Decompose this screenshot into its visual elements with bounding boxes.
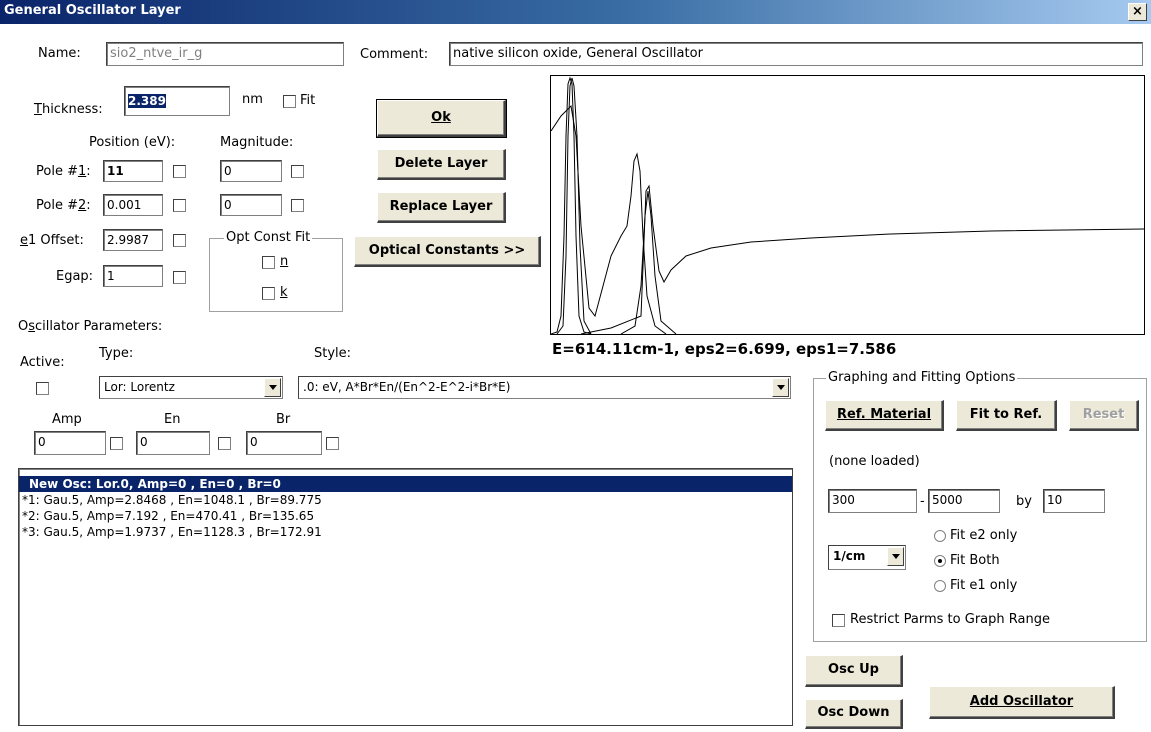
range-from-field[interactable]: 300 [828, 489, 917, 513]
en-field[interactable]: 0 [136, 431, 210, 455]
comment-label: Comment: [360, 47, 429, 62]
list-item[interactable]: *3: Gau.5, Amp=1.9737 , En=1128.3 , Br=1… [19, 524, 792, 540]
comment-field[interactable]: native silicon oxide, General Oscillator [449, 42, 1143, 66]
position-header: Position (eV): [89, 135, 176, 150]
style-label: Style: [314, 346, 352, 361]
delete-layer-button[interactable]: Delete Layer [377, 149, 506, 180]
list-item[interactable]: New Osc: Lor.0, Amp=0 , En=0 , Br=0 [19, 476, 792, 492]
fit-n-checkbox[interactable] [262, 256, 275, 269]
pole1-position-fit-checkbox[interactable] [173, 165, 186, 178]
pole1-label: Pole #1: [36, 164, 91, 179]
close-button[interactable]: × [1128, 3, 1147, 21]
fit-to-ref-button[interactable]: Fit to Ref. [956, 400, 1057, 431]
amp-fit-checkbox[interactable] [110, 437, 123, 450]
magnitude-header: Magnitude: [220, 135, 294, 150]
pole2-magnitude-fit-checkbox[interactable] [291, 199, 304, 212]
pole1-position-field[interactable]: 11 [103, 160, 163, 182]
ok-button[interactable]: Ok [376, 99, 507, 138]
graphing-options-title: Graphing and Fitting Options [826, 370, 1018, 385]
osc-down-button[interactable]: Osc Down [805, 699, 903, 729]
name-field[interactable]: sio2_ntve_ir_g [106, 42, 344, 66]
br-fit-checkbox[interactable] [326, 437, 339, 450]
chevron-down-icon[interactable] [772, 378, 789, 397]
restrict-parms-label: Restrict Parms to Graph Range [850, 612, 1050, 627]
pole1-magnitude-field[interactable]: 0 [220, 160, 282, 182]
graph-curve-peak-1 [551, 76, 592, 334]
graph-readout: E=614.11cm-1, eps2=6.699, eps1=7.586 [552, 340, 897, 358]
pole2-label: Pole #2: [36, 198, 91, 213]
pole2-position-field[interactable]: 0.001 [103, 194, 163, 216]
type-select-value: Lor: Lorentz [104, 380, 175, 394]
pole2-magnitude-field[interactable]: 0 [220, 194, 282, 216]
thickness-label: Thickness: [34, 102, 103, 117]
en-fit-checkbox[interactable] [218, 437, 231, 450]
window-title: General Oscillator Layer [4, 3, 181, 18]
dielectric-graph[interactable] [550, 75, 1145, 335]
type-label: Type: [99, 346, 134, 361]
restrict-parms-checkbox[interactable] [832, 614, 845, 627]
osc-up-button[interactable]: Osc Up [805, 655, 903, 687]
pole1-magnitude-fit-checkbox[interactable] [291, 165, 304, 178]
thickness-fit-checkbox[interactable] [283, 95, 296, 108]
style-select-value: .0: eV, A*Br*En/(En^2-E^2-i*Br*E) [303, 380, 511, 394]
pole2-position-fit-checkbox[interactable] [173, 199, 186, 212]
step-field[interactable]: 10 [1043, 489, 1105, 513]
egap-fit-checkbox[interactable] [173, 271, 186, 284]
ref-material-button[interactable]: Ref. Material [825, 400, 944, 431]
fit-e1-radio[interactable] [934, 580, 946, 592]
fit-e2-radio[interactable] [934, 530, 946, 542]
type-select[interactable]: Lor: Lorentz [99, 376, 283, 399]
egap-label: Egap: [56, 269, 94, 284]
reset-button[interactable]: Reset [1069, 400, 1139, 431]
opt-const-fit-group: Opt Const Fit [209, 230, 343, 312]
osc-params-label: Oscillator Parameters: [18, 319, 163, 334]
none-loaded-label: (none loaded) [829, 454, 920, 469]
br-label: Br [276, 412, 291, 427]
fit-e2-label: Fit e2 only [950, 528, 1018, 543]
chevron-down-icon[interactable] [887, 547, 904, 566]
active-checkbox[interactable] [36, 382, 49, 395]
fit-n-label: n [280, 254, 289, 269]
opt-const-fit-title: Opt Const Fit [224, 230, 313, 245]
e1-offset-field[interactable]: 2.9987 [103, 229, 163, 251]
units-select-value: 1/cm [833, 549, 866, 563]
by-label: by [1016, 494, 1032, 509]
thickness-field[interactable]: 2.389 [124, 86, 230, 116]
thickness-unit: nm [242, 92, 263, 107]
list-item[interactable]: *2: Gau.5, Amp=7.192 , En=470.41 , Br=13… [19, 508, 792, 524]
range-to-field[interactable]: 5000 [928, 489, 1000, 513]
br-field[interactable]: 0 [246, 431, 322, 455]
en-label: En [164, 412, 181, 427]
name-label: Name: [38, 46, 81, 61]
range-dash: - [920, 494, 925, 509]
chevron-down-icon[interactable] [264, 378, 281, 397]
amp-label: Amp [52, 412, 82, 427]
oscillator-list[interactable]: New Osc: Lor.0, Amp=0 , En=0 , Br=0 *1: … [18, 468, 793, 726]
add-oscillator-button[interactable]: Add Oscillator [929, 686, 1115, 719]
fit-e1-label: Fit e1 only [950, 578, 1018, 593]
e1-offset-label: e1 Offset: [20, 233, 84, 248]
e1-offset-fit-checkbox[interactable] [173, 234, 186, 247]
title-bar: General Oscillator Layer × [0, 0, 1151, 24]
replace-layer-button[interactable]: Replace Layer [377, 192, 506, 223]
optical-constants-button[interactable]: Optical Constants >> [354, 236, 541, 267]
egap-field[interactable]: 1 [103, 265, 163, 287]
graph-curve-eps1 [580, 184, 1144, 334]
fit-k-checkbox[interactable] [262, 287, 275, 300]
fit-both-radio[interactable] [934, 555, 946, 567]
units-select[interactable]: 1/cm [828, 545, 906, 570]
active-label: Active: [20, 355, 65, 370]
fit-both-label: Fit Both [950, 553, 1000, 568]
style-select[interactable]: .0: eV, A*Br*En/(En^2-E^2-i*Br*E) [298, 376, 791, 399]
fit-k-label: k [280, 285, 288, 300]
thickness-fit-label: Fit [300, 93, 316, 108]
list-item[interactable]: *1: Gau.5, Amp=2.8468 , En=1048.1 , Br=8… [19, 492, 792, 508]
amp-field[interactable]: 0 [34, 431, 106, 455]
